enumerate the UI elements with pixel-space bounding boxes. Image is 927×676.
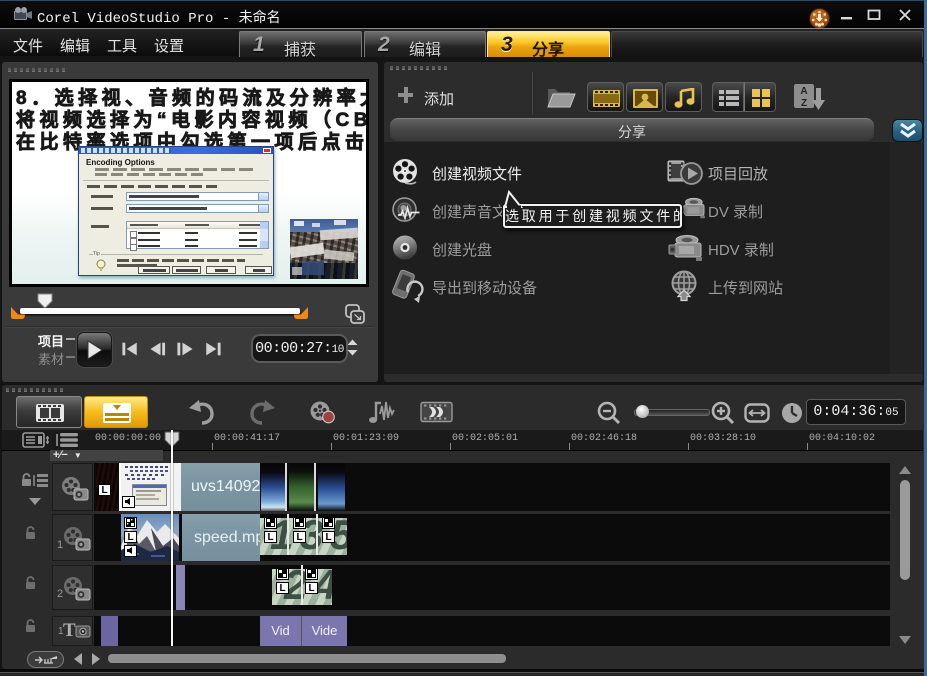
svg-text:A: A (800, 86, 807, 97)
svg-text:Z: Z (801, 98, 807, 109)
